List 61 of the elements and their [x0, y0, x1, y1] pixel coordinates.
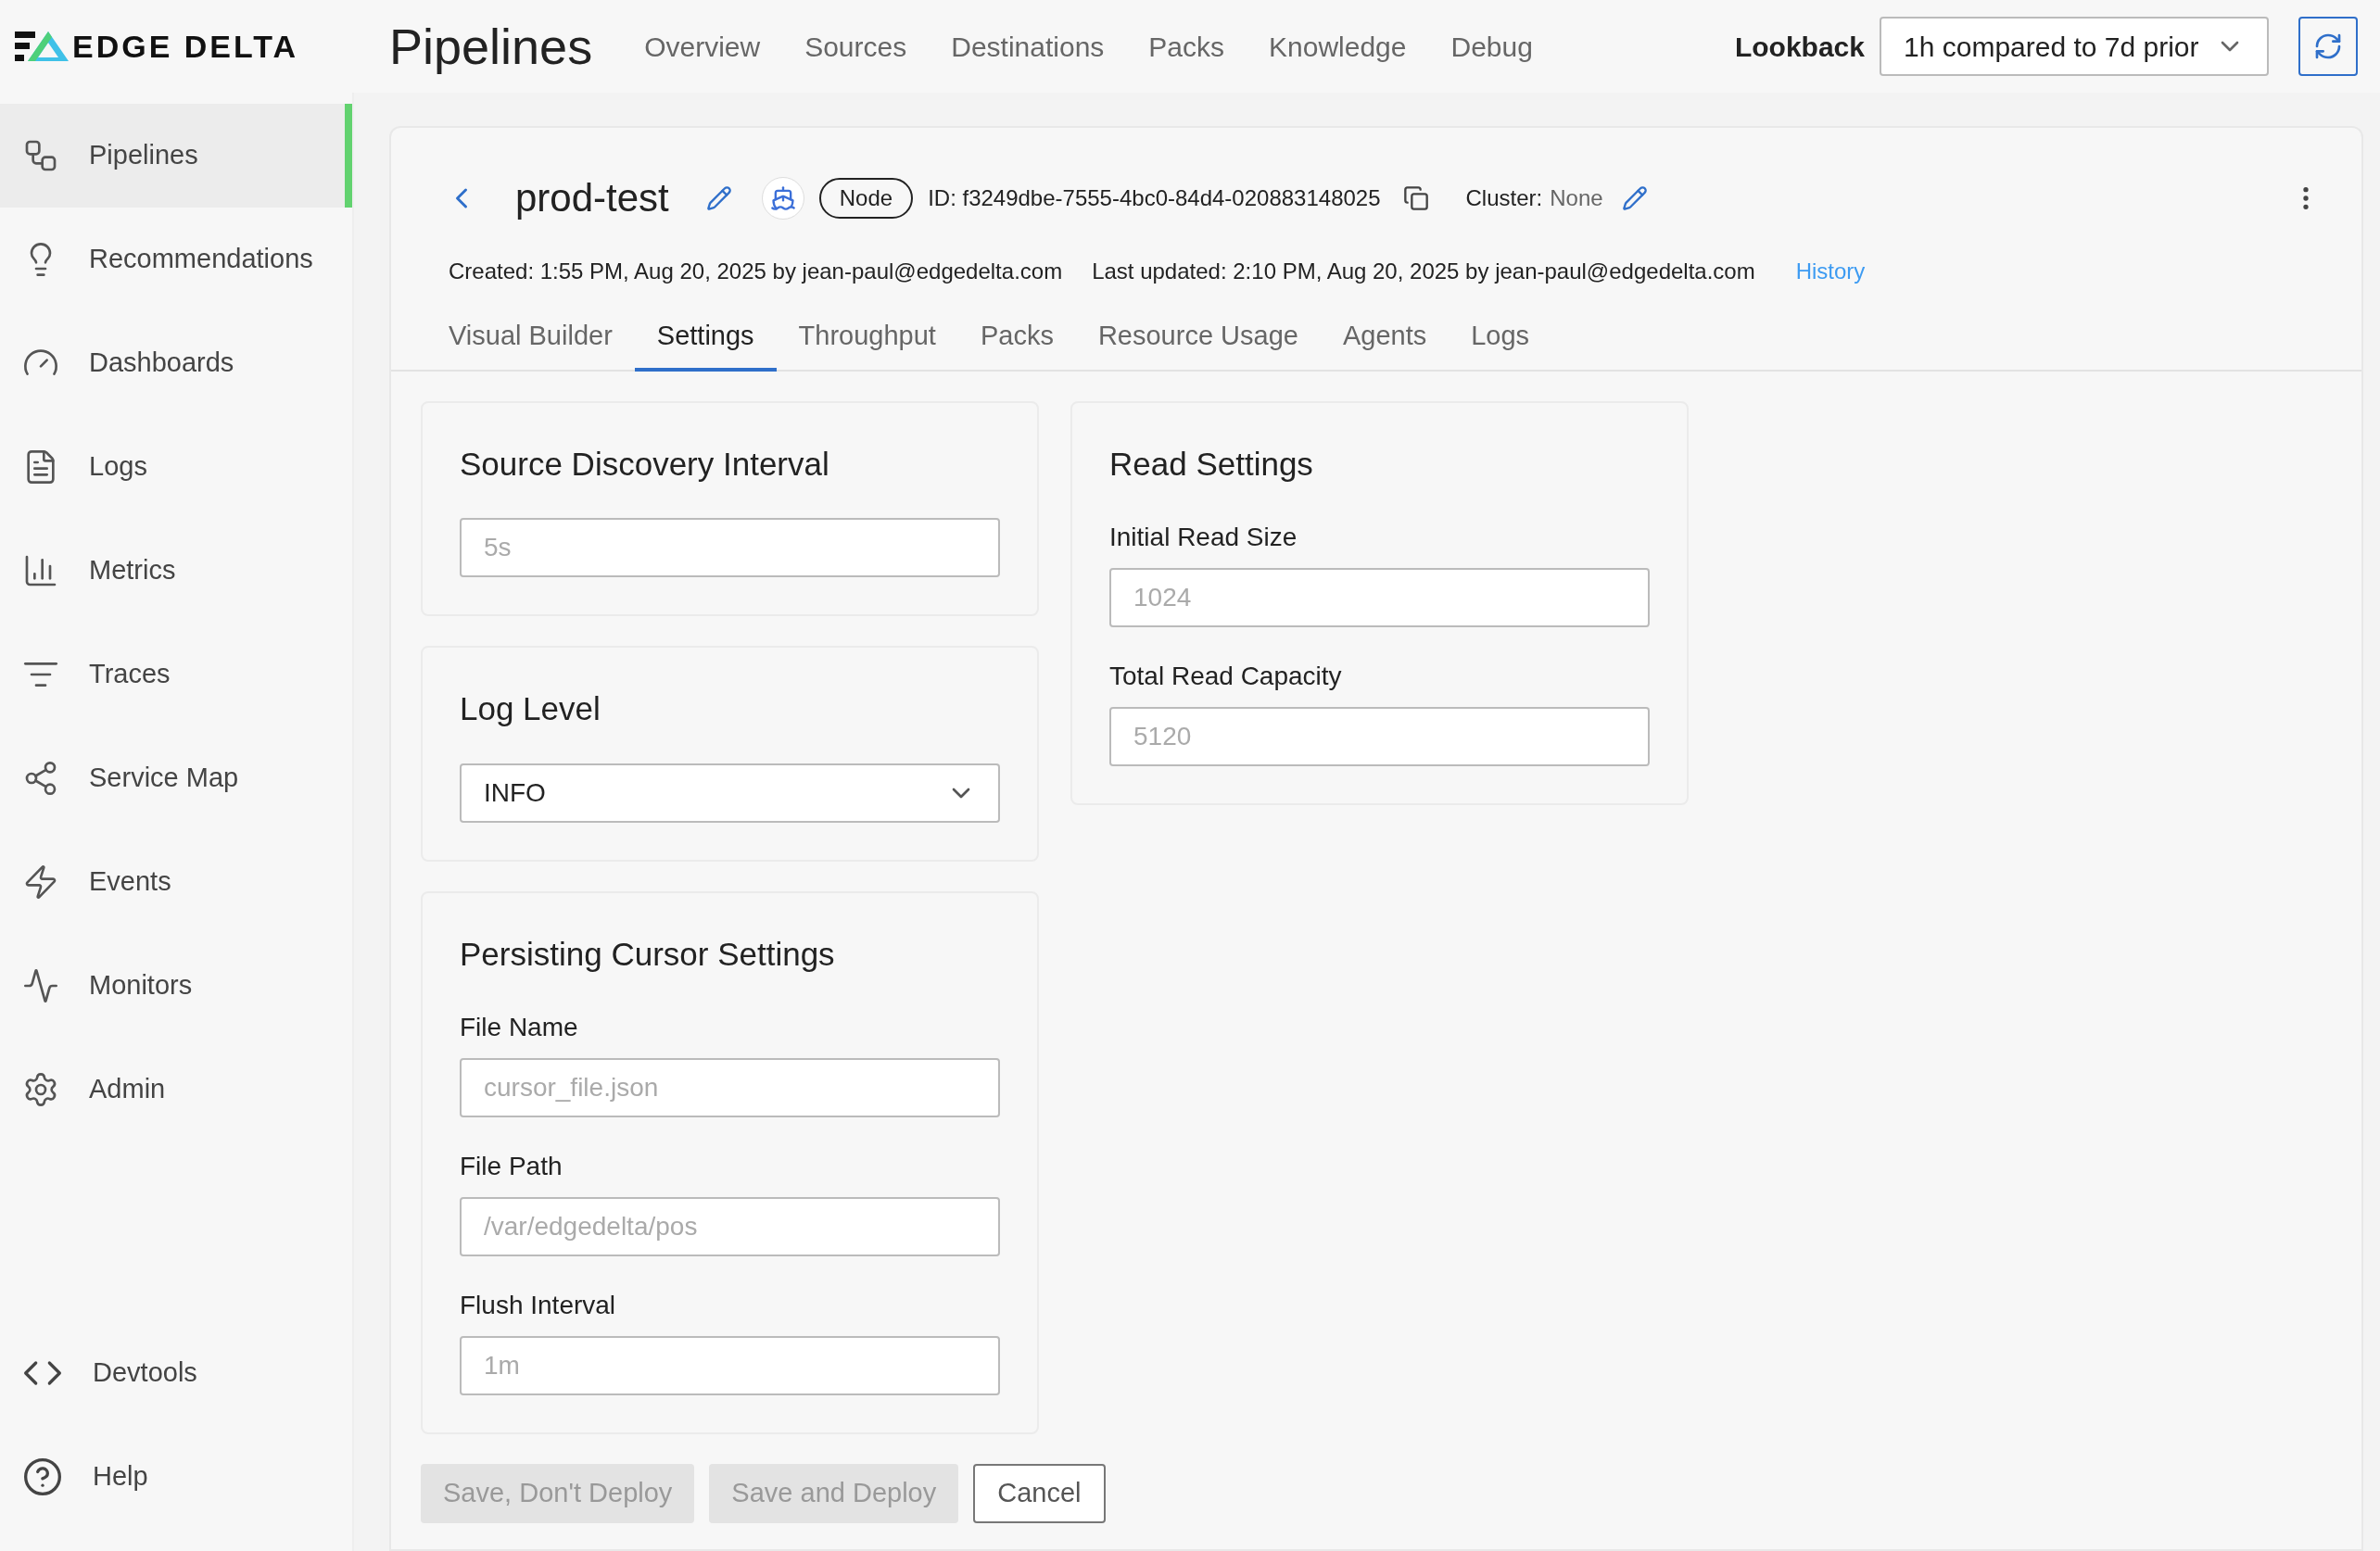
- sidebar-item[interactable]: Admin: [0, 1038, 352, 1141]
- cluster-value: None: [1550, 183, 1603, 212]
- log-level-select[interactable]: INFO: [460, 763, 1000, 823]
- edit-icon[interactable]: [1621, 184, 1648, 211]
- pulse-icon: [22, 967, 59, 1004]
- tab[interactable]: Agents: [1320, 309, 1450, 372]
- tab[interactable]: Packs: [957, 309, 1076, 372]
- pipeline-name: prod-test: [515, 175, 669, 221]
- field-label: Initial Read Size: [1109, 522, 1298, 553]
- lookback-select[interactable]: 1h compared to 7d prior: [1880, 17, 2269, 76]
- field-label: File Name: [460, 1012, 579, 1043]
- input-field[interactable]: cursor_file.json: [460, 1058, 1000, 1117]
- sidebar-item[interactable]: Devtools: [0, 1321, 352, 1425]
- input-field[interactable]: 5s: [460, 518, 1000, 577]
- field-label: Total Read Capacity: [1109, 661, 1343, 692]
- input-field[interactable]: /var/edgedelta/pos: [460, 1197, 1000, 1256]
- sidebar-item[interactable]: Help: [0, 1425, 352, 1529]
- field-label: File Path: [460, 1151, 563, 1182]
- card-title: Read Settings: [1109, 444, 1314, 484]
- edit-icon[interactable]: [705, 184, 732, 211]
- pipeline-id: ID: f3249dbe-7555-4bc0-84d4-020883148025: [928, 183, 1381, 212]
- refresh-button[interactable]: [2298, 17, 2358, 76]
- updated-info: Last updated: 2:10 PM, Aug 20, 2025 by jean-paul@edgedelta.com: [1092, 258, 1755, 285]
- nav-link[interactable]: Sources: [804, 25, 907, 68]
- sidebar-item[interactable]: Metrics: [0, 519, 352, 623]
- tab[interactable]: Settings: [634, 309, 777, 372]
- sidebar-item[interactable]: Recommendations: [0, 208, 352, 311]
- card-title: Source Discovery Interval: [460, 444, 830, 484]
- action-button[interactable]: Cancel: [973, 1464, 1106, 1523]
- input-field[interactable]: 1024: [1109, 568, 1650, 627]
- nav-link[interactable]: Packs: [1148, 25, 1225, 68]
- lookback-label: Lookback: [1734, 30, 1865, 64]
- field-label: Flush Interval: [460, 1290, 617, 1321]
- copy-icon[interactable]: [1402, 184, 1429, 211]
- card-title: Log Level: [460, 689, 601, 728]
- sidebar-item[interactable]: Service Map: [0, 726, 352, 830]
- card-title: Persisting Cursor Settings: [460, 934, 836, 974]
- refresh-icon: [2313, 32, 2343, 61]
- nav-link[interactable]: Destinations: [951, 25, 1105, 68]
- help-icon: [22, 1456, 63, 1497]
- input-field[interactable]: 5120: [1109, 707, 1650, 766]
- sidebar-item[interactable]: Traces: [0, 623, 352, 726]
- tab[interactable]: Visual Builder: [426, 309, 635, 372]
- input-field[interactable]: 1m: [460, 1336, 1000, 1395]
- sidebar-item[interactable]: Events: [0, 830, 352, 934]
- nav-link[interactable]: Debug: [1450, 25, 1533, 68]
- page-title: Pipelines: [389, 17, 593, 76]
- tab[interactable]: Logs: [1449, 309, 1552, 372]
- sidebar-item[interactable]: Monitors: [0, 934, 352, 1038]
- logo-text: EDGE DELTA: [72, 27, 299, 66]
- cluster-label: Cluster:: [1465, 183, 1543, 212]
- sidebar-item[interactable]: Logs: [0, 415, 352, 519]
- nav-link[interactable]: Overview: [644, 25, 761, 68]
- logo-mark-icon: [15, 30, 69, 63]
- sidebar-item[interactable]: Dashboards: [0, 311, 352, 415]
- nav-link[interactable]: Knowledge: [1269, 25, 1407, 68]
- created-info: Created: 1:55 PM, Aug 20, 2025 by jean-paul@edgedelta.com: [449, 258, 1063, 285]
- tab[interactable]: Resource Usage: [1075, 309, 1321, 372]
- sidebar-item[interactable]: Pipelines: [0, 104, 352, 208]
- node-badge: Node: [818, 177, 914, 219]
- tab[interactable]: Throughput: [776, 309, 958, 372]
